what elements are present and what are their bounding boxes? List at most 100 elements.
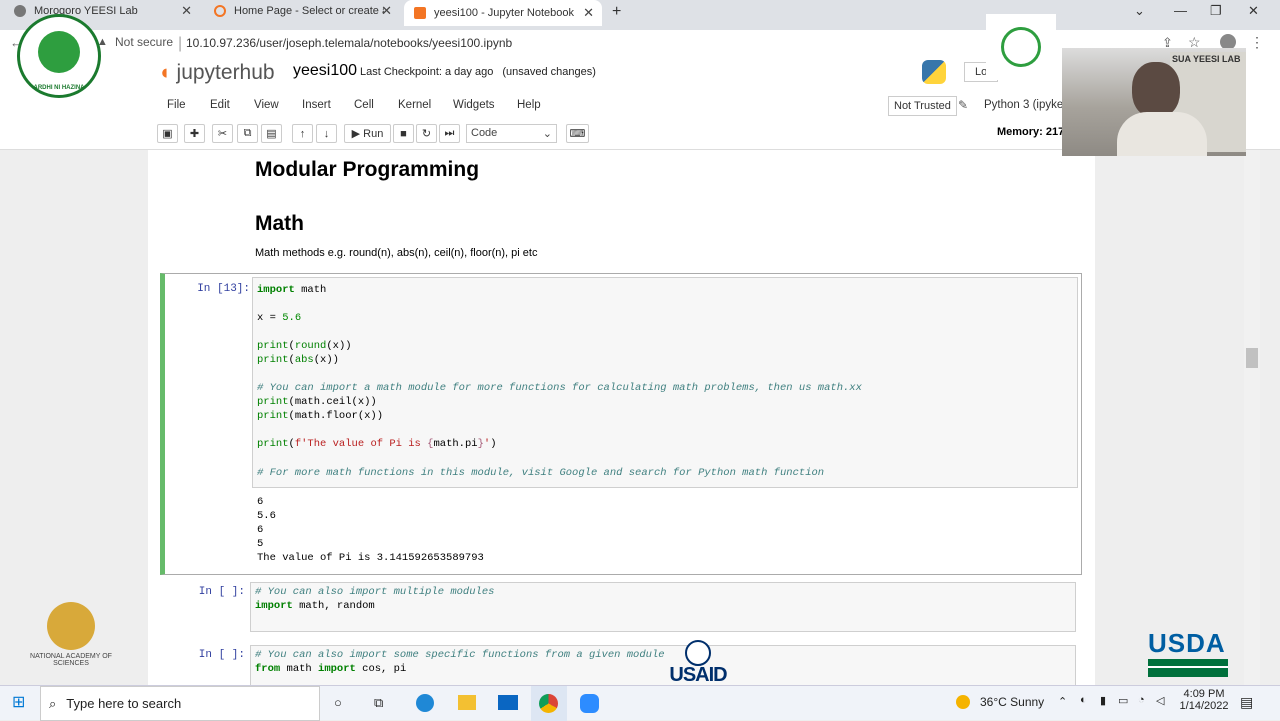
- zoom-icon[interactable]: [580, 694, 599, 713]
- restart-button[interactable]: ↻: [416, 124, 437, 143]
- task-view-icon[interactable]: ⧉: [374, 695, 383, 711]
- new-tab-button[interactable]: +: [612, 3, 621, 21]
- chevron-down-icon: ⌄: [542, 128, 552, 140]
- usda-text: USDA: [1148, 628, 1226, 658]
- save-button[interactable]: ▣: [157, 124, 178, 143]
- clock[interactable]: 4:09 PM 1/14/2022: [1176, 688, 1232, 712]
- close-tab-icon[interactable]: ✕: [181, 3, 192, 19]
- cell-type-select[interactable]: Code ⌄: [466, 124, 557, 143]
- scrollbar-track[interactable]: [1244, 150, 1260, 685]
- kernel-indicator[interactable]: Python 3 (ipyker: [984, 99, 1067, 111]
- refresh-icon: ↻: [421, 128, 432, 140]
- tab-notebook[interactable]: yeesi100 - Jupyter Notebook ✕: [404, 0, 602, 26]
- notification-icon[interactable]: ▤: [1240, 694, 1253, 711]
- menu-kernel[interactable]: Kernel: [398, 99, 431, 111]
- network-icon[interactable]: ◐: [1080, 694, 1087, 706]
- mic-icon[interactable]: ▮: [1100, 694, 1106, 707]
- chevron-down-icon[interactable]: ⌄: [1134, 3, 1145, 19]
- notebook-name[interactable]: yeesi100: [293, 62, 357, 80]
- cortana-icon[interactable]: ○: [334, 695, 342, 710]
- trust-badge[interactable]: Not Trusted: [888, 96, 957, 116]
- menu-file[interactable]: File: [167, 99, 186, 111]
- tab-title: Home Page - Select or create a n: [234, 5, 384, 17]
- move-up-button[interactable]: ↑: [292, 124, 313, 143]
- volume-icon[interactable]: ◁: [1156, 694, 1164, 707]
- jupyter-swirl-icon: ◖: [158, 61, 171, 84]
- command-palette-button[interactable]: ⌨: [566, 124, 589, 143]
- cut-button[interactable]: ✂: [212, 124, 233, 143]
- usaid-text: USAID: [669, 664, 727, 686]
- insert-cell-button[interactable]: ✚: [184, 124, 205, 143]
- run-button[interactable]: ▶ Run: [344, 124, 391, 143]
- chrome-taskbar-active[interactable]: [531, 686, 567, 721]
- usaid-seal-icon: [685, 640, 711, 666]
- minimize-button[interactable]: —: [1174, 3, 1187, 18]
- unsaved-text: (unsaved changes): [502, 66, 596, 78]
- edit-pencil-icon[interactable]: ✎: [958, 98, 968, 112]
- scissors-icon: ✂: [217, 128, 228, 140]
- menu-widgets[interactable]: Widgets: [453, 99, 495, 111]
- windows-start-icon[interactable]: ⊞: [12, 692, 25, 712]
- arrow-up-icon: ↑: [299, 127, 306, 140]
- tab-home-page[interactable]: Home Page - Select or create a n ✕: [204, 0, 400, 22]
- scrollbar-thumb[interactable]: [1246, 348, 1258, 368]
- more-icon[interactable]: ⋮: [1250, 34, 1264, 51]
- banner-text: SUA YEESI LAB: [1172, 54, 1241, 64]
- code-comment: # You can also import multiple modules: [255, 586, 495, 598]
- url-input[interactable]: 10.10.97.236/user/joseph.telemala/notebo…: [186, 36, 512, 50]
- webcam-video: SUA YEESI LAB: [1062, 48, 1246, 156]
- battery-icon[interactable]: ▭: [1118, 694, 1128, 707]
- code-cell-selected[interactable]: In [13]: import math x = 5.6 print(round…: [160, 273, 1082, 575]
- paste-button[interactable]: ▤: [261, 124, 282, 143]
- interrupt-button[interactable]: ■: [393, 124, 414, 143]
- usda-logo: USDA: [1148, 628, 1228, 684]
- close-window-button[interactable]: ✕: [1248, 3, 1259, 19]
- maximize-button[interactable]: ❐: [1210, 3, 1222, 19]
- mail-icon[interactable]: [498, 695, 518, 710]
- close-tab-icon[interactable]: ✕: [381, 3, 392, 19]
- cell-type-value: Code: [471, 127, 498, 139]
- code-line: import math, random: [255, 600, 375, 612]
- jupyter-icon: [214, 5, 226, 17]
- menu-cell[interactable]: Cell: [354, 99, 374, 111]
- menu-view[interactable]: View: [254, 99, 279, 111]
- security-label[interactable]: Not secure: [115, 35, 173, 49]
- person-head: [1132, 62, 1180, 118]
- close-tab-icon[interactable]: ✕: [583, 5, 594, 21]
- chevron-up-icon[interactable]: ⌃: [1058, 695, 1067, 708]
- taskbar-search[interactable]: ⌕ Type here to search: [40, 686, 320, 721]
- move-down-button[interactable]: ↓: [316, 124, 337, 143]
- run-label: Run: [363, 127, 384, 140]
- plus-icon: ✚: [189, 128, 200, 140]
- menu-help[interactable]: Help: [517, 99, 541, 111]
- run-all-button[interactable]: ⏭: [439, 124, 460, 143]
- edge-icon[interactable]: [416, 694, 434, 712]
- memory-indicator: Memory: 217: [997, 126, 1065, 138]
- wifi-icon[interactable]: ◔: [1138, 694, 1145, 706]
- notebook-container: Modular Programming Math Math methods e.…: [148, 150, 1095, 685]
- browser-tab-bar: Morogoro YEESI Lab ✕ Home Page - Select …: [0, 0, 1280, 30]
- code-line: from math import cos, pi: [255, 663, 407, 675]
- keyboard-icon: ⌨: [569, 128, 586, 140]
- code-cell[interactable]: In [ ]: # You can also import multiple m…: [160, 582, 1082, 634]
- tab-morogoro[interactable]: Morogoro YEESI Lab ✕: [4, 0, 200, 22]
- weather-text[interactable]: 36°C Sunny: [980, 695, 1044, 709]
- copy-button[interactable]: ⧉: [237, 124, 258, 143]
- code-editor[interactable]: # You can also import multiple modules i…: [250, 582, 1076, 632]
- file-explorer-icon[interactable]: [458, 695, 476, 710]
- code-comment: # You can import a math module for more …: [257, 382, 862, 394]
- code-line: import math: [257, 284, 327, 296]
- code-cell[interactable]: In [ ]: # You can also import some speci…: [160, 645, 1082, 685]
- heading-math: Math: [255, 212, 304, 235]
- output-line: 5.6: [257, 510, 276, 522]
- clock-time: 4:09 PM: [1183, 688, 1225, 700]
- code-editor[interactable]: import math x = 5.6 print(round(x)) prin…: [252, 277, 1078, 488]
- output-line: 5: [257, 538, 264, 550]
- nas-logo: NATIONAL ACADEMY OF SCIENCES: [30, 602, 112, 670]
- markdown-text: Math methods e.g. round(n), abs(n), ceil…: [255, 247, 538, 259]
- jupyterhub-logo[interactable]: ◖ jupyterhub: [158, 61, 275, 85]
- sua-emblem-icon: [38, 31, 80, 73]
- output-line: The value of Pi is 3.141592653589793: [257, 552, 484, 564]
- menu-insert[interactable]: Insert: [302, 99, 331, 111]
- menu-edit[interactable]: Edit: [210, 99, 230, 111]
